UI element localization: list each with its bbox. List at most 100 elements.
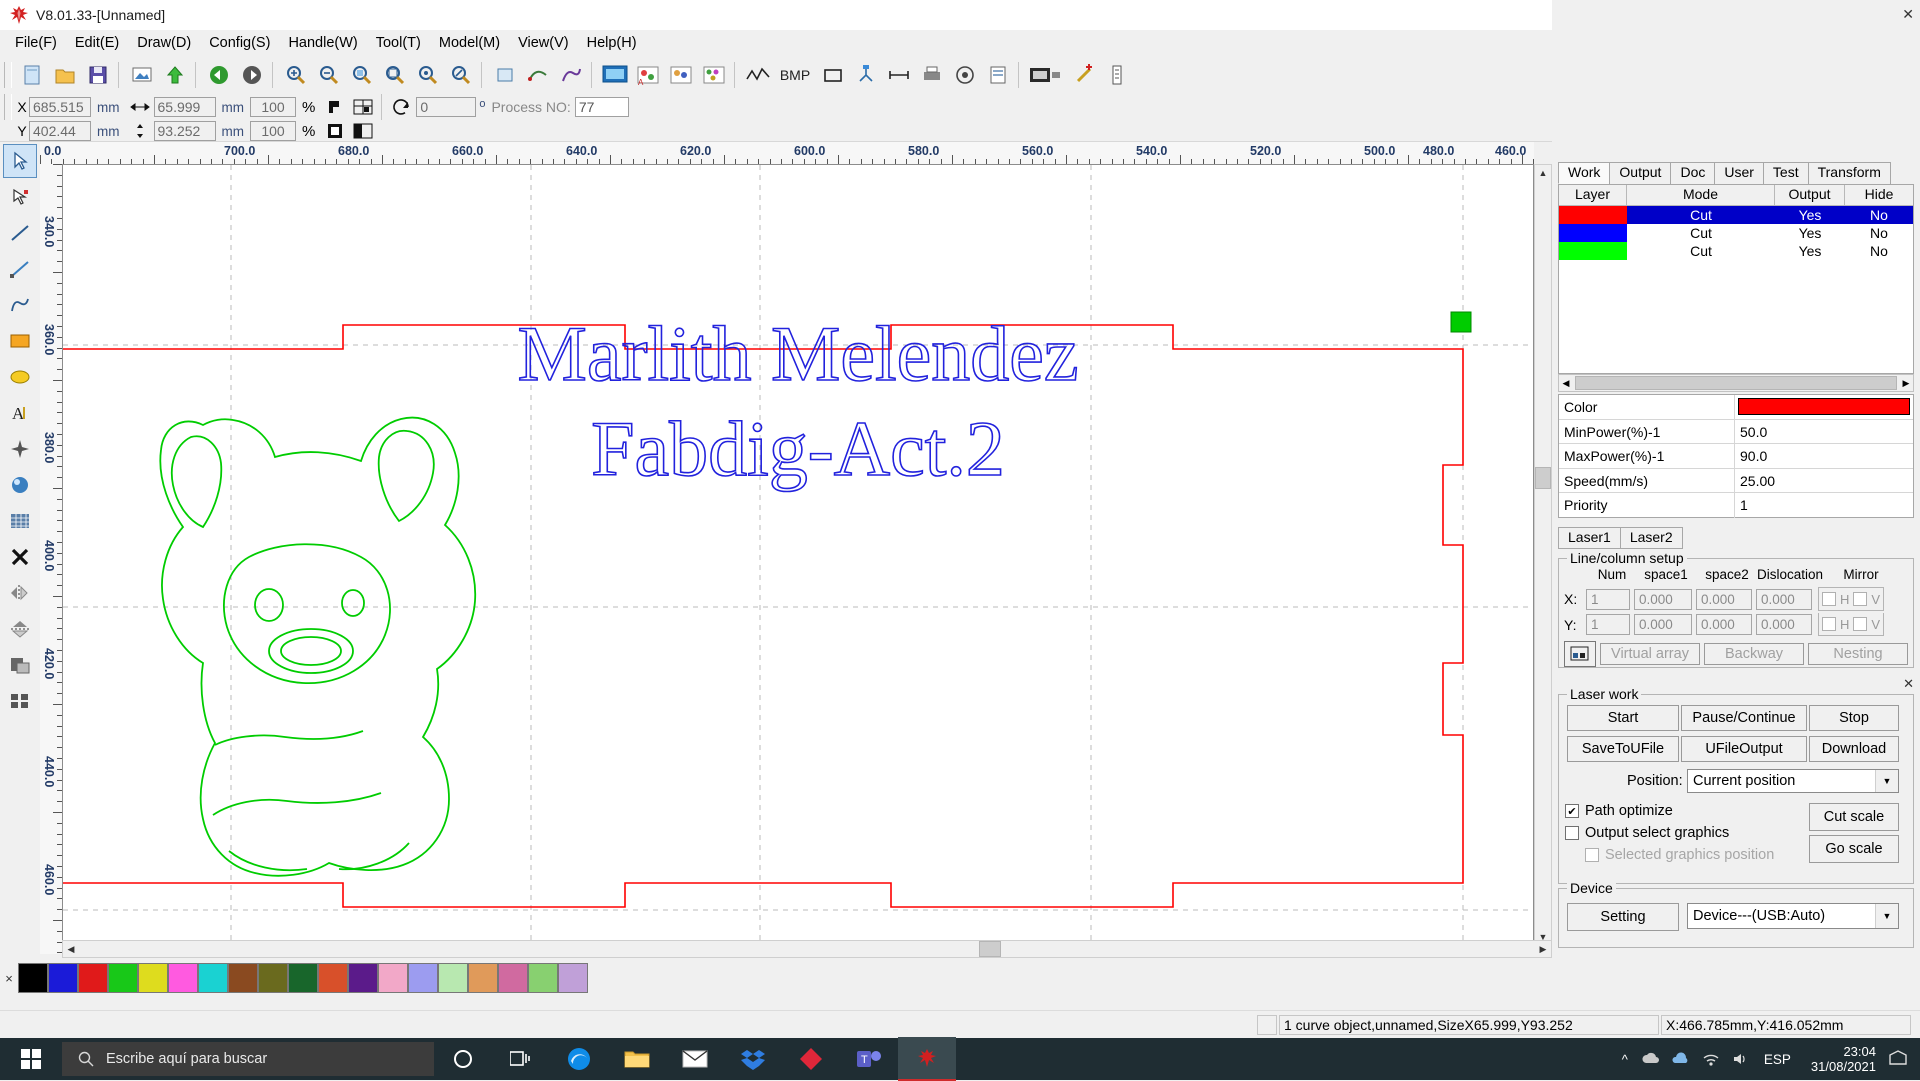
x-mirror-v-checkbox[interactable] [1853,592,1868,606]
start-button[interactable]: Start [1567,705,1679,731]
offset-tool[interactable] [3,648,37,682]
layer-mode[interactable]: Cut [1627,206,1775,224]
palette-swatch[interactable] [48,963,78,993]
x-position-input[interactable]: 685.515 [29,97,91,117]
layer-color-swatch[interactable] [1559,242,1627,260]
x-space2-input[interactable]: 0.000 [1696,588,1752,610]
redo-icon[interactable] [236,60,267,91]
line-tool[interactable] [3,216,37,250]
fill-solid-icon[interactable] [321,118,349,144]
windows-start-icon[interactable] [0,1038,62,1080]
scroll-up-button[interactable]: ▲ [1535,165,1551,181]
param-value[interactable]: 1 [1735,493,1913,518]
section-close-icon[interactable]: ✕ [1903,676,1914,692]
grid-tool[interactable] [3,504,37,538]
star-tool[interactable] [3,432,37,466]
canvas-text-line-1[interactable]: Marlith Melendez [517,309,1080,398]
param-row-speed[interactable]: Speed(mm/s) 25.00 [1559,468,1913,493]
layer-mode[interactable]: Cut [1627,242,1775,260]
preview-icon[interactable] [599,60,630,91]
menu-edit[interactable]: Edit(E) [66,32,128,54]
scroll-left-button[interactable]: ◀ [63,941,79,957]
menu-file[interactable]: File(F) [6,32,66,54]
zoom-out-icon[interactable] [313,60,344,91]
stop-button[interactable]: Stop [1809,705,1899,731]
menu-help[interactable]: Help(H) [578,32,646,54]
palette-swatch[interactable] [558,963,588,993]
output-select-graphics-checkbox[interactable] [1565,826,1579,840]
rdworks-icon[interactable] [898,1037,956,1081]
scroll-right-button[interactable]: ▶ [1535,941,1551,957]
menu-view[interactable]: View(V) [509,32,578,54]
width-scale-input[interactable]: 100 [250,97,296,117]
layer-output[interactable]: Yes [1775,206,1845,224]
selection-handle[interactable] [1450,311,1472,333]
tab-test[interactable]: Test [1762,162,1809,184]
save-to-ufile-button[interactable]: SaveToUFile [1567,736,1679,762]
array-tool[interactable] [3,684,37,718]
go-scale-button[interactable]: Go scale [1809,835,1899,863]
tab-doc[interactable]: Doc [1670,162,1716,184]
print-icon[interactable] [916,60,947,91]
taskbar-search-box[interactable]: Escribe aquí para buscar [62,1042,434,1076]
layer-color-swatch[interactable] [1559,206,1627,224]
file-explorer-icon[interactable] [608,1038,666,1080]
layer-output[interactable]: Yes [1775,242,1845,260]
gem-icon[interactable] [782,1038,840,1080]
layer-table[interactable]: Layer Mode Output Hide Cut Yes No Cut Ye… [1558,184,1914,374]
tab-output[interactable]: Output [1609,162,1672,184]
palette-swatch[interactable] [168,963,198,993]
tab-user[interactable]: User [1714,162,1764,184]
chevron-up-icon[interactable]: ^ [1622,1052,1628,1067]
teams-icon[interactable]: T [840,1038,898,1080]
device-select[interactable]: Device---(USB:Auto) ▼ [1687,903,1899,929]
menu-config[interactable]: Config(S) [200,32,279,54]
palette-swatch[interactable] [198,963,228,993]
import-image-icon[interactable] [126,60,157,91]
cut-path-icon[interactable] [742,60,773,91]
device-setting-button[interactable]: Setting [1567,903,1679,931]
position-select[interactable]: Current position ▼ [1687,769,1899,793]
scroll-right-button[interactable]: ▶ [1899,378,1913,389]
scroll-left-button[interactable]: ◀ [1559,378,1573,389]
design-canvas[interactable]: Marlith Melendez Fabdig-Act.2 [62,164,1534,954]
ellipse-tool[interactable] [3,360,37,394]
param-value[interactable]: 25.00 [1735,469,1913,493]
param-value[interactable] [1735,395,1913,419]
bezier-tool[interactable] [3,288,37,322]
text-tool[interactable]: A [3,396,37,430]
width-input[interactable]: 65.999 [153,97,216,117]
y-space1-input[interactable]: 0.000 [1634,614,1692,635]
layer-mode[interactable]: Cut [1627,224,1775,242]
layer-hide[interactable]: No [1845,224,1913,242]
path-optimize-row[interactable]: ✔ Path optimize [1565,803,1673,819]
zoom-all-icon[interactable] [412,60,443,91]
open-file-icon[interactable] [49,60,80,91]
layer-color-swatch[interactable] [1559,224,1627,242]
split-view-icon[interactable] [349,118,377,144]
canvas-vertical-scrollbar[interactable]: ▲ ▼ [1534,164,1552,954]
zoom-selection-icon[interactable] [346,60,377,91]
unclosed-curve-icon[interactable] [489,60,520,91]
curve-edit-icon[interactable] [555,60,586,91]
vertical-scroll-thumb[interactable] [1535,467,1551,489]
palette-swatch[interactable] [258,963,288,993]
y-num-input[interactable]: 1 [1586,614,1630,635]
x-mirror-h-checkbox[interactable] [1822,592,1836,606]
rectangle-tool[interactable] [3,324,37,358]
node-icon[interactable] [850,60,881,91]
palette-swatch[interactable] [228,963,258,993]
layer-hide[interactable]: No [1845,242,1913,260]
palette-swatch[interactable] [408,963,438,993]
bmp-label-button[interactable]: BMP [775,60,815,91]
param-row-color[interactable]: Color [1559,395,1913,420]
edge-icon[interactable] [550,1038,608,1080]
zoom-region-icon[interactable] [445,60,476,91]
layer-table-scrollbar[interactable]: ◀ ▶ [1558,374,1914,392]
x-space1-input[interactable]: 0.000 [1634,588,1692,610]
palette-swatch[interactable] [348,963,378,993]
dropbox-icon[interactable] [724,1038,782,1080]
device-icon[interactable] [1026,60,1066,91]
canvas-text-line-2[interactable]: Fabdig-Act.2 [590,404,1005,493]
download-button[interactable]: Download [1809,736,1899,762]
